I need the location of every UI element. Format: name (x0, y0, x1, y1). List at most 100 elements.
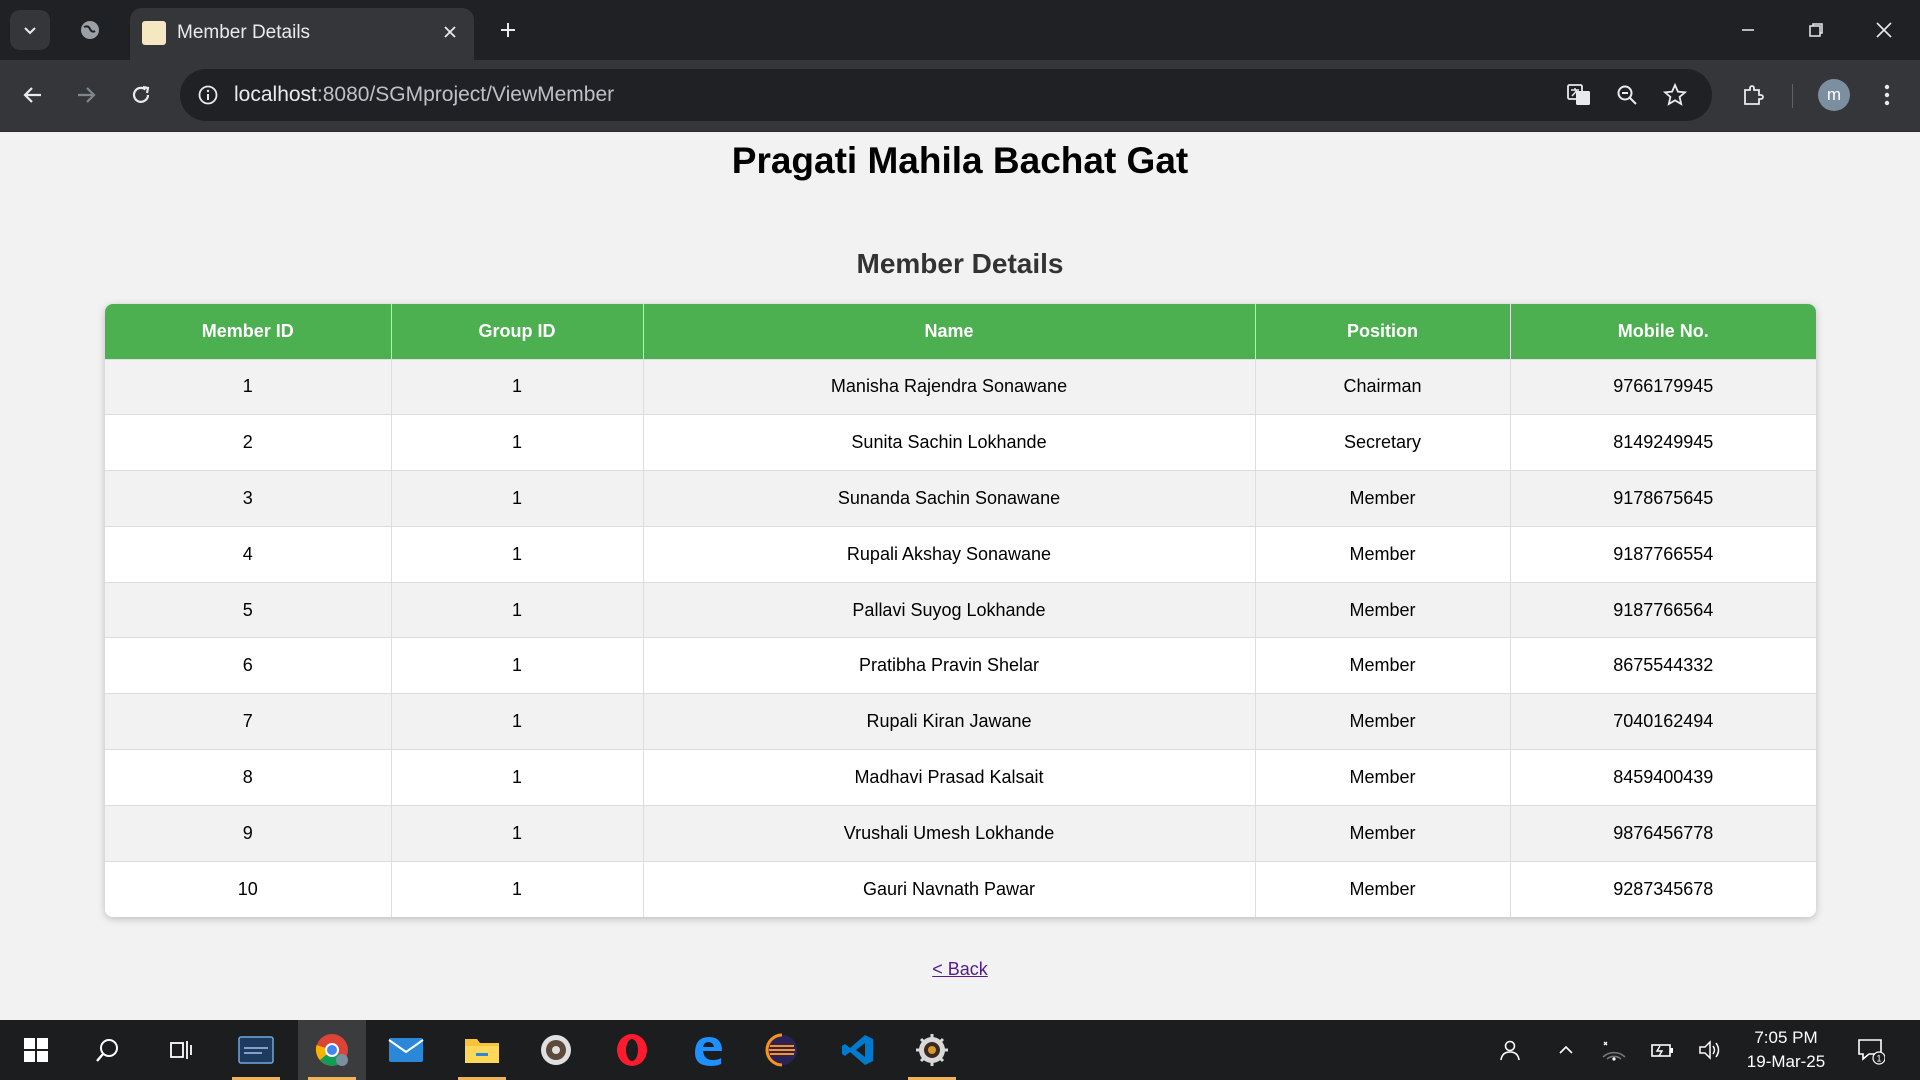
cell-mobile: 9187766554 (1510, 525, 1816, 583)
cell-member-id: 9 (105, 804, 392, 862)
minimize-icon[interactable] (1720, 8, 1776, 52)
browser-tab-bar: Member Details (0, 0, 1920, 60)
edge-icon[interactable] (674, 1020, 742, 1080)
cell-group-id: 1 (391, 804, 644, 862)
cell-member-id: 4 (105, 525, 392, 583)
task-view-icon[interactable] (146, 1020, 214, 1080)
table-row: 2 1 Sunita Sachin Lokhande Secretary 8149249… (105, 414, 1816, 471)
table-row: 7 1 Rupali Kiran Jawane Member 7040162494 (105, 693, 1816, 750)
cell-mobile: 9766179945 (1510, 358, 1816, 415)
clock-time: 7:05 PM (1754, 1028, 1818, 1047)
table-row: 5 1 Pallavi Suyog Lokhande Member 9187766564 (105, 581, 1816, 638)
profile-avatar[interactable]: m (1818, 79, 1850, 111)
forward-arrow-icon[interactable] (65, 74, 107, 116)
table-body: 1 1 Manisha Rajendra Sonawane Chairman 97661… (105, 358, 1816, 917)
cell-group-id: 1 (391, 581, 644, 638)
cell-name: Pratibha Pravin Shelar (643, 637, 1256, 694)
table-header-row: Member ID Group ID Name Position Mobile … (105, 304, 1816, 359)
new-tab-plus-icon[interactable] (490, 12, 526, 48)
cell-name: Rupali Akshay Sonawane (643, 525, 1256, 583)
cell-group-id: 1 (391, 637, 644, 694)
mail-icon[interactable] (372, 1020, 440, 1080)
cell-group-id: 1 (391, 693, 644, 750)
translate-icon[interactable] (1562, 78, 1596, 112)
cell-name: Pallavi Suyog Lokhande (643, 581, 1256, 638)
cell-member-id: 8 (105, 749, 392, 806)
vscode-icon[interactable] (824, 1020, 892, 1080)
taskbar-clock[interactable]: 7:05 PM 19-Mar-25 (1730, 1026, 1842, 1074)
people-icon[interactable] (1494, 1034, 1526, 1066)
tab-group-globe-icon[interactable] (74, 14, 106, 46)
header-member-id: Member ID (105, 304, 392, 359)
cell-name: Madhavi Prasad Kalsait (643, 749, 1256, 806)
cell-position: Member (1255, 581, 1511, 638)
member-table: Member ID Group ID Name Position Mobile … (105, 304, 1816, 917)
chevron-up-icon[interactable] (1550, 1034, 1582, 1066)
media-player-icon[interactable] (522, 1020, 590, 1080)
notification-center-icon[interactable]: 1 (1854, 1034, 1886, 1066)
table-row: 1 1 Manisha Rajendra Sonawane Chairman 97661… (105, 358, 1816, 415)
opera-icon[interactable] (598, 1020, 666, 1080)
mysql-workbench-icon[interactable] (222, 1020, 290, 1080)
address-bar[interactable]: localhost:8080/SGMproject/ViewMember (180, 69, 1712, 121)
chevron-down-icon (24, 27, 36, 35)
file-explorer-icon[interactable] (448, 1020, 516, 1080)
cell-name: Rupali Kiran Jawane (643, 693, 1256, 750)
extensions-puzzle-icon[interactable] (1732, 74, 1774, 116)
cell-name: Vrushali Umesh Lokhande (643, 804, 1256, 862)
battery-icon[interactable] (1646, 1034, 1678, 1066)
browser-tab-active[interactable]: Member Details (130, 8, 474, 60)
chrome-icon[interactable] (298, 1020, 366, 1080)
member-table-container: Member ID Group ID Name Position Mobile … (105, 304, 1816, 917)
cell-member-id: 6 (105, 637, 392, 694)
cell-group-id: 1 (391, 749, 644, 806)
table-row: 10 1 Gauri Navnath Pawar Member 9287345678 (105, 860, 1816, 917)
cell-member-id: 7 (105, 693, 392, 750)
site-title: Pragati Mahila Bachat Gat (731, 140, 1189, 181)
restore-icon[interactable] (1788, 8, 1844, 52)
cell-mobile: 8149249945 (1510, 414, 1816, 471)
cell-position: Chairman (1255, 358, 1511, 415)
tab-close-icon[interactable] (436, 18, 464, 46)
start-icon[interactable] (2, 1020, 70, 1080)
page-viewport: Pragati Mahila Bachat Gat Member Details… (0, 132, 1920, 1020)
back-link[interactable]: < Back (932, 959, 988, 979)
bookmark-star-icon[interactable] (1658, 78, 1692, 112)
header-position: Position (1255, 304, 1511, 359)
settings-gear-icon[interactable] (898, 1020, 966, 1080)
site-info-icon[interactable] (192, 79, 224, 111)
zoom-icon[interactable] (1610, 78, 1644, 112)
toolbar-divider (1792, 84, 1793, 108)
cell-name: Gauri Navnath Pawar (643, 860, 1256, 917)
cell-member-id: 10 (105, 860, 392, 917)
more-menu-icon[interactable] (1866, 74, 1908, 116)
cell-group-id: 1 (391, 470, 644, 527)
table-row: 8 1 Madhavi Prasad Kalsait Member 8459400439 (105, 749, 1816, 806)
cell-mobile: 8459400439 (1510, 749, 1816, 806)
close-window-icon[interactable] (1856, 8, 1912, 52)
header-mobile: Mobile No. (1510, 304, 1816, 359)
tab-search-button[interactable] (10, 10, 50, 50)
table-row: 9 1 Vrushali Umesh Lokhande Member 987645677… (105, 804, 1816, 862)
cell-mobile: 9287345678 (1510, 860, 1816, 917)
eclipse-icon[interactable] (748, 1020, 816, 1080)
back-link-wrap: < Back (0, 959, 1920, 980)
cell-position: Member (1255, 860, 1511, 917)
cell-member-id: 3 (105, 470, 392, 527)
wifi-icon[interactable] (1598, 1034, 1630, 1066)
cell-group-id: 1 (391, 860, 644, 917)
cell-mobile: 9178675645 (1510, 470, 1816, 527)
cell-name: Sunita Sachin Lokhande (643, 414, 1256, 471)
cell-member-id: 2 (105, 414, 392, 471)
cell-mobile: 9187766564 (1510, 581, 1816, 638)
volume-icon[interactable] (1694, 1034, 1726, 1066)
cell-position: Member (1255, 525, 1511, 583)
cell-position: Member (1255, 470, 1511, 527)
back-arrow-icon[interactable] (12, 74, 54, 116)
reload-icon[interactable] (120, 74, 162, 116)
table-row: 6 1 Pratibha Pravin Shelar Member 8675544332 (105, 637, 1816, 694)
cell-name: Manisha Rajendra Sonawane (643, 358, 1256, 415)
cell-group-id: 1 (391, 414, 644, 471)
search-icon[interactable] (74, 1020, 142, 1080)
section-title: Member Details (856, 248, 1064, 279)
